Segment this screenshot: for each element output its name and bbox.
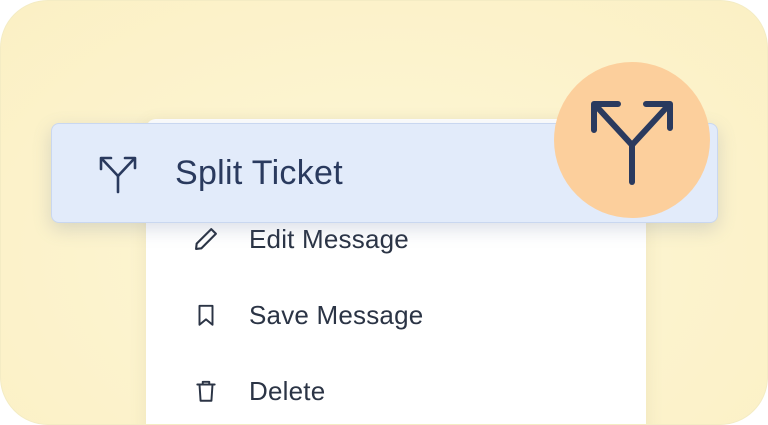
- menu-item-label: Split Ticket: [175, 154, 343, 192]
- trash-icon: [190, 375, 222, 407]
- split-arrows-icon: [591, 101, 673, 185]
- menu-item-label: Save Message: [249, 299, 424, 330]
- menu-item-save-message[interactable]: Save Message: [1, 285, 767, 345]
- bookmark-icon: [190, 299, 222, 331]
- menu-item-label: Edit Message: [249, 223, 409, 254]
- split-ticket-badge: [554, 62, 710, 218]
- menu-item-delete[interactable]: Delete: [1, 361, 767, 421]
- background-card: Edit Message Save Message Delete Split T…: [0, 0, 768, 425]
- menu-item-label: Delete: [249, 375, 326, 406]
- pencil-icon: [190, 223, 222, 255]
- split-arrows-icon: [96, 152, 140, 196]
